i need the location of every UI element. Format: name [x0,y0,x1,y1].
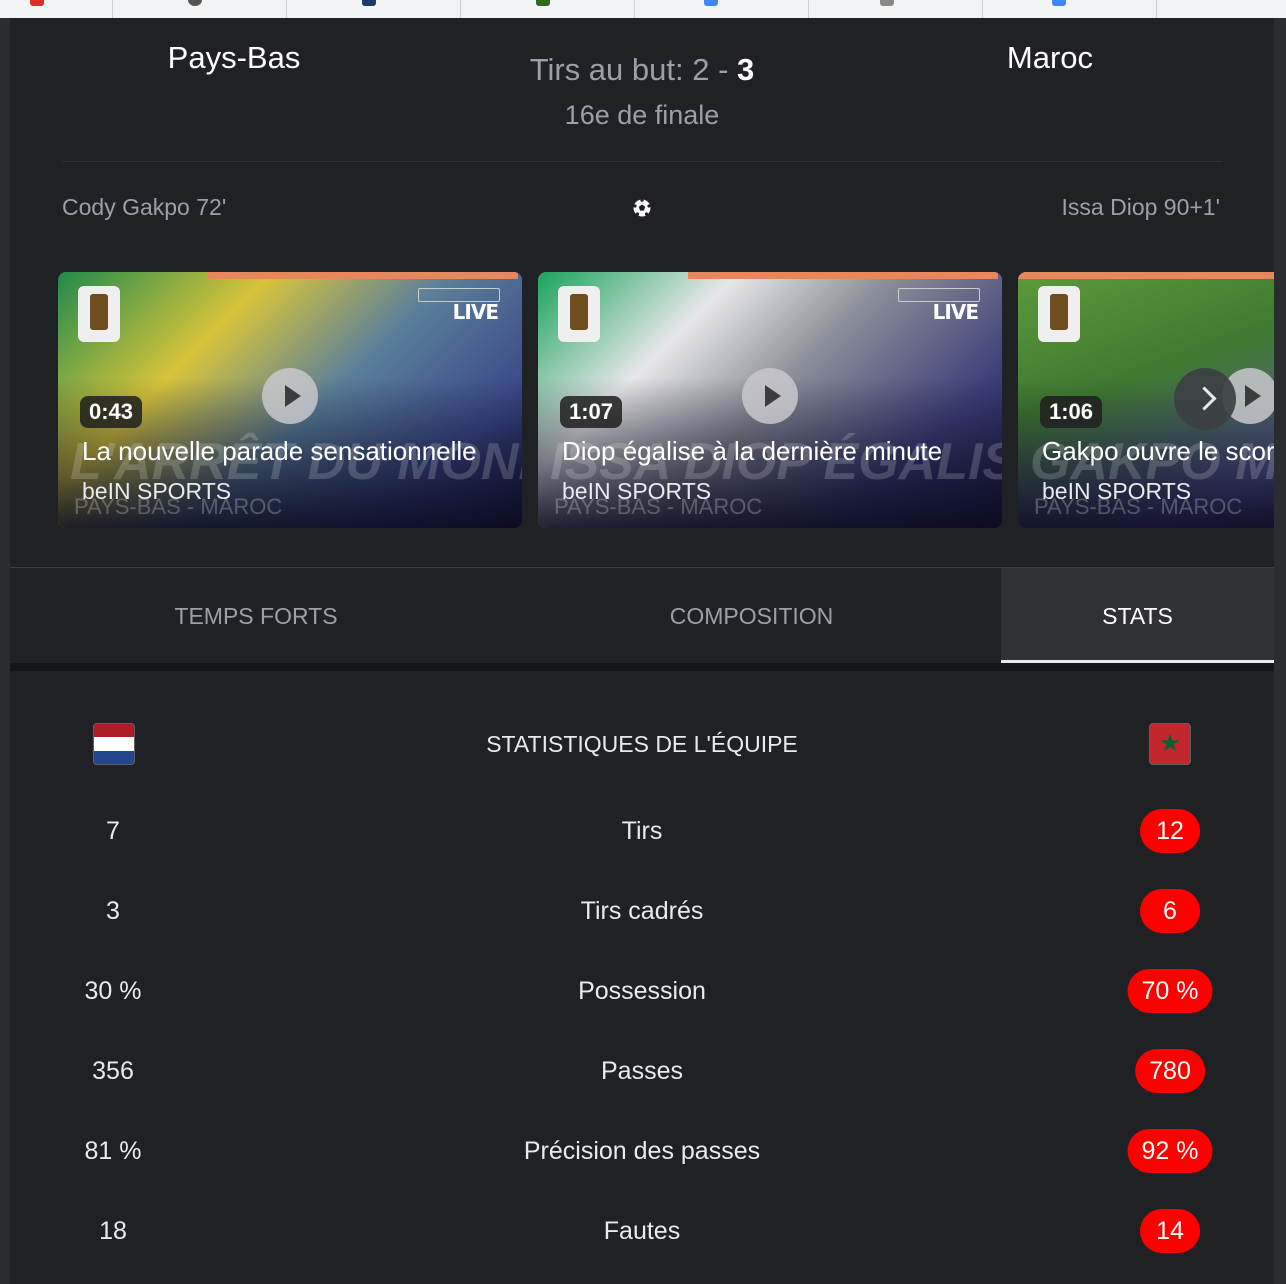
stat-row: 18 Fautes 14 [10,1203,1274,1263]
stat-label: Tirs [621,817,663,845]
tab-favicon-icon [880,0,894,6]
home-team-name[interactable]: Pays-Bas [84,40,384,76]
stat-label: Possession [578,977,706,1005]
world-cup-logo-icon [78,286,120,342]
stat-label: Fautes [603,1217,681,1245]
tab-stats[interactable]: STATS [1001,568,1274,664]
tab-favicon-icon [30,0,44,6]
video-source: beIN SPORTS [1042,478,1192,504]
browser-tab[interactable] [460,0,635,18]
away-stat-value: 14 [1140,1209,1200,1253]
video-duration: 1:06 [1040,396,1103,428]
video-duration: 0:43 [80,396,143,428]
score-prefix: Tirs au but: 2 [529,52,710,87]
browser-tab-strip [0,0,1286,19]
video-title[interactable]: Diop égalise à la dernière minute [562,436,982,467]
video-carousel: LIVE L'ARRÊT DU MONDIAL ! PAYS-BAS - MAR… [58,272,1274,528]
home-stat-value: 30 % [84,977,142,1005]
stat-label: Passes [601,1057,683,1085]
browser-tab[interactable] [286,0,461,18]
video-source: beIN SPORTS [82,478,232,504]
play-icon[interactable] [262,368,318,424]
tab-composition[interactable]: COMPOSITION [502,568,1001,664]
stat-row: 3 Tirs cadrés 6 [10,883,1274,943]
stat-label: Précision des passes [523,1137,761,1165]
live-badge: LIVE [932,300,979,324]
stat-label: Tirs cadrés [580,897,704,925]
match-summary-card: Pays-Bas Maroc Tirs au but: 2 - 3 16e de… [10,18,1274,566]
home-stat-value: 81 % [84,1137,142,1165]
video-card[interactable]: LIVE L'ARRÊT DU MONDIAL ! PAYS-BAS - MAR… [58,272,522,528]
tab-favicon-icon [704,0,718,6]
home-stat-value: 356 [92,1057,134,1085]
stats-heading: STATISTIQUES DE L'ÉQUIPE [486,731,798,757]
away-stat-value: 12 [1140,809,1200,853]
page-gutter-right [1274,18,1286,1284]
browser-tab[interactable] [0,0,113,18]
score-separator: - [709,52,738,87]
stat-row: 356 Passes 780 [10,1043,1274,1103]
stat-row: 7 Tirs 12 [10,803,1274,863]
home-scorer: Cody Gakpo 72' [62,194,227,220]
video-title[interactable]: La nouvelle parade sensationnelle [82,436,502,467]
world-cup-logo-icon [1038,286,1080,342]
browser-tab[interactable] [808,0,983,18]
page-gutter-left [0,18,10,1284]
carousel-next-chevron-icon[interactable] [1174,368,1236,430]
video-card[interactable]: LIVE ISSA DIOP ÉGALISE ! PAYS-BAS - MARO… [538,272,1002,528]
tab-favicon-icon [362,0,376,6]
match-score: Tirs au but: 2 - 3 [450,52,834,88]
stat-row: 81 % Précision des passes 92 % [10,1123,1274,1183]
away-stat-value: 6 [1140,889,1200,933]
thumbnail-stripe [1018,272,1274,279]
live-badge: LIVE [452,300,499,324]
thumbnail-stripe [208,272,518,279]
team-stats-panel: STATISTIQUES DE L'ÉQUIPE ★ 7 Tirs 12 3 T… [10,671,1274,1284]
morocco-flag-icon: ★ [1149,723,1191,765]
match-stage: 16e de finale [564,100,720,130]
browser-tab[interactable] [982,0,1157,18]
away-stat-value: 780 [1135,1049,1205,1093]
home-stat-value: 7 [106,817,120,845]
browser-tab[interactable] [112,0,287,18]
soccer-ball-icon [633,198,651,217]
home-stat-value: 18 [99,1217,127,1245]
home-stat-value: 3 [106,897,120,925]
play-icon[interactable] [742,368,798,424]
away-stat-value: 70 % [1127,969,1213,1013]
divider [62,161,1222,162]
away-stat-value: 92 % [1127,1129,1213,1173]
video-title[interactable]: Gakpo ouvre le score [1042,436,1274,467]
video-source: beIN SPORTS [562,478,712,504]
browser-tab[interactable] [634,0,809,18]
stat-row: 30 % Possession 70 % [10,963,1274,1023]
tabs-divider [10,663,1274,671]
away-scorer: Issa Diop 90+1' [1061,194,1220,220]
tab-favicon-icon [188,0,202,6]
tab-temps-forts[interactable]: TEMPS FORTS [10,568,502,664]
world-cup-logo-icon [558,286,600,342]
away-score: 3 [737,52,755,87]
match-tabs: TEMPS FORTS COMPOSITION STATS [10,567,1274,664]
tab-favicon-icon [1052,0,1066,6]
netherlands-flag-icon [93,723,135,765]
thumbnail-stripe [688,272,998,279]
away-team-name[interactable]: Maroc [900,40,1200,76]
tab-favicon-icon [536,0,550,6]
video-duration: 1:07 [560,396,623,428]
